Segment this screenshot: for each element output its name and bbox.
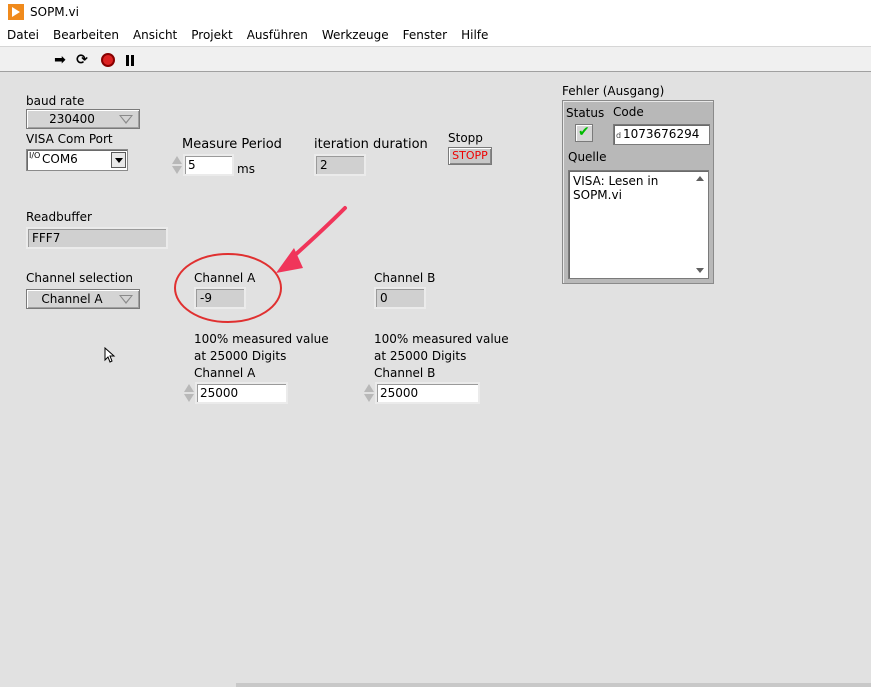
menu-ausfuehren[interactable]: Ausführen — [240, 24, 315, 46]
visa-port-value: COM6 — [42, 152, 78, 166]
annotation-arrow-shaft — [284, 206, 347, 265]
channel-b-indicator: 0 — [374, 287, 426, 309]
scale-b-label-line3: Channel B — [374, 366, 436, 380]
baud-rate-label: baud rate — [26, 94, 85, 108]
source-text-line2: SOPM.vi — [573, 188, 622, 202]
menu-hilfe[interactable]: Hilfe — [454, 24, 495, 46]
scroll-up-icon[interactable] — [696, 176, 704, 181]
scale-a-label-line1: 100% measured value — [194, 332, 329, 346]
pause-icon[interactable] — [122, 52, 138, 68]
channel-selection-ring[interactable]: Channel A — [26, 289, 140, 309]
window-title: SOPM.vi — [30, 5, 79, 19]
scale-b-label-line1: 100% measured value — [374, 332, 509, 346]
visa-io-icon: I/O — [29, 151, 41, 160]
status-indicator: ✔ — [575, 124, 593, 142]
menu-fenster[interactable]: Fenster — [396, 24, 455, 46]
dropdown-arrow-icon — [119, 115, 133, 124]
source-label: Quelle — [568, 150, 607, 164]
menu-werkzeuge[interactable]: Werkzeuge — [315, 24, 396, 46]
visa-port-label: VISA Com Port — [26, 132, 113, 146]
scale-b-input[interactable]: 25000 — [375, 382, 480, 404]
channel-a-label: Channel A — [194, 271, 256, 285]
menu-bearbeiten[interactable]: Bearbeiten — [46, 24, 126, 46]
labview-vi-icon — [8, 4, 24, 20]
chevron-down-icon[interactable] — [111, 152, 126, 168]
baud-rate-ring[interactable]: 230400 — [26, 109, 140, 129]
measure-period-increment[interactable] — [171, 154, 183, 176]
source-scrollbar[interactable] — [693, 172, 707, 277]
measure-period-input[interactable]: 5 — [183, 154, 234, 176]
abort-execution-icon[interactable] — [100, 52, 116, 68]
stop-button[interactable]: STOPP — [448, 147, 492, 165]
iteration-duration-label: iteration duration — [314, 137, 428, 152]
mouse-cursor-icon — [104, 347, 116, 363]
readbuffer-indicator: FFF7 — [26, 227, 168, 249]
error-cluster: Status Code ✔ d 1073676294 Quelle VISA: … — [562, 100, 714, 284]
menu-ansicht[interactable]: Ansicht — [126, 24, 184, 46]
scale-a-label-line2: at 25000 Digits — [194, 349, 287, 363]
iteration-duration-indicator: 2 — [314, 154, 366, 176]
horizontal-scrollbar[interactable] — [236, 683, 871, 687]
menu-projekt[interactable]: Projekt — [184, 24, 239, 46]
scale-a-input[interactable]: 25000 — [195, 382, 288, 404]
toolbar: ➡ ⟳ — [0, 46, 871, 72]
code-label: Code — [613, 105, 644, 119]
scroll-down-icon[interactable] — [696, 268, 704, 273]
run-continuously-icon[interactable]: ⟳ — [74, 52, 90, 68]
baud-rate-value: 230400 — [49, 112, 95, 126]
code-value: 1073676294 — [623, 127, 700, 141]
dropdown-arrow-icon — [119, 295, 133, 304]
title-bar: SOPM.vi — [0, 0, 871, 24]
scale-a-increment[interactable] — [183, 382, 195, 404]
annotation-overlay — [174, 206, 347, 323]
annotation-arrow-head — [276, 248, 303, 273]
channel-b-label: Channel B — [374, 271, 436, 285]
status-label: Status — [566, 106, 605, 120]
channel-selection-value: Channel A — [41, 292, 103, 306]
stopp-label: Stopp — [448, 131, 483, 145]
radix-indicator: d — [616, 131, 622, 140]
readbuffer-label: Readbuffer — [26, 210, 92, 224]
error-cluster-title: Fehler (Ausgang) — [562, 84, 665, 98]
source-indicator: VISA: Lesen in SOPM.vi — [568, 170, 709, 279]
menu-datei[interactable]: Datei — [0, 24, 46, 46]
check-icon: ✔ — [578, 124, 590, 140]
scale-a-label-line3: Channel A — [194, 366, 256, 380]
run-arrow-icon[interactable]: ➡ — [52, 52, 68, 68]
measure-period-unit: ms — [237, 162, 255, 176]
scale-b-increment[interactable] — [363, 382, 375, 404]
scale-b-label-line2: at 25000 Digits — [374, 349, 467, 363]
source-text-line1: VISA: Lesen in — [573, 174, 659, 188]
front-panel: baud rate 230400 VISA Com Port I/O COM6 … — [0, 73, 871, 687]
code-indicator: d 1073676294 — [613, 124, 710, 145]
visa-resource-control[interactable]: I/O COM6 — [26, 149, 128, 171]
measure-period-label: Measure Period — [182, 137, 282, 152]
channel-a-indicator: -9 — [194, 287, 246, 309]
channel-selection-label: Channel selection — [26, 271, 134, 285]
menu-bar: Datei Bearbeiten Ansicht Projekt Ausführ… — [0, 24, 871, 46]
